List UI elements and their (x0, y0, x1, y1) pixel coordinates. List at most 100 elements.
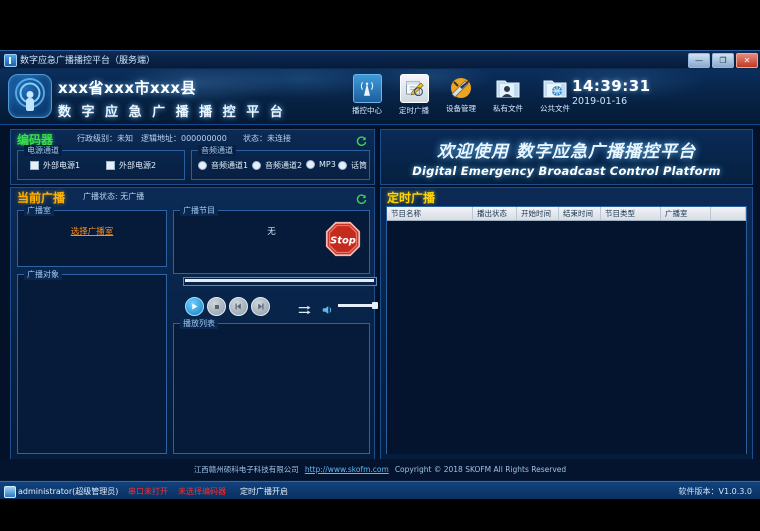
next-track-icon (256, 302, 265, 311)
encoder-logic-addr-label: 逻辑地址： (141, 134, 181, 143)
app-header: xxx省xxx市xxx县 数 字 应 急 广 播 播 控 平 台 播控中心 (0, 69, 760, 125)
clock-date: 2019-01-16 (572, 96, 651, 107)
svg-text:Stop: Stop (330, 236, 356, 247)
toolbar-label: 定时广播 (395, 105, 433, 116)
shuffle-icon (298, 305, 312, 315)
scheduled-broadcast-header: 定时广播 (381, 188, 752, 204)
logo-head (27, 91, 34, 98)
clock: 14:39:31 2019-01-16 (572, 77, 651, 107)
broadcast-target-group[interactable]: 广播对象 (17, 274, 167, 454)
radio-microphone[interactable]: 话筒 (338, 160, 367, 171)
maximize-button[interactable]: ❐ (712, 53, 734, 68)
scheduled-broadcast-title: 定时广播 (387, 189, 435, 206)
scheduled-broadcast-table[interactable]: 节目名称 播出状态 开始时间 结束时间 节目类型 广播室 (386, 206, 747, 454)
radio-dot (252, 161, 261, 170)
encoder-refresh-button[interactable] (356, 132, 367, 143)
footer-company: 江西赣州硕科电子科技有限公司 (194, 464, 299, 475)
broadcast-program-value: 无 (267, 225, 276, 237)
toolbar-label: 私有文件 (489, 103, 527, 114)
broadcast-target-legend: 广播对象 (24, 269, 62, 280)
radio-mp3[interactable]: MP3 (306, 160, 336, 169)
encoder-status-label: 状态： (243, 134, 267, 143)
media-player-controls (181, 277, 377, 317)
play-button[interactable] (185, 297, 204, 316)
toolbar-item-scheduled-broadcast[interactable]: 定时广播 (395, 74, 433, 116)
column-header-program-type: 节目类型 (601, 207, 661, 220)
playlist-group[interactable]: 播放列表 (173, 323, 370, 454)
current-broadcast-refresh-button[interactable] (356, 190, 367, 201)
status-encoder[interactable]: 未选择编码器 (178, 486, 226, 497)
status-user: administrator(超级管理员) (18, 486, 118, 497)
title-bar: 数字应急广播播控平台（服务端） — ❐ ✕ (0, 51, 760, 69)
volume-button[interactable] (322, 300, 333, 310)
radio-audio-2[interactable]: 音频通道2 (252, 160, 302, 171)
checkbox-box (30, 161, 39, 170)
welcome-text-en: Digital Emergency Broadcast Control Plat… (412, 164, 721, 178)
radio-dot (198, 161, 207, 170)
checkbox-power-1[interactable]: 外部电源1 (30, 160, 80, 171)
application-window: 数字应急广播播控平台（服务端） — ❐ ✕ xxx省xxx市xxx县 数 字 应… (0, 50, 760, 482)
current-broadcast-panel: 当前广播 广播状态: 无广播 广播室 选择广播室 (10, 187, 375, 461)
audio-channel-group: 音频通道 音频通道1 音频通道2 MP3 话筒 (191, 150, 370, 180)
toolbar-item-public-files[interactable]: 公共文件 (536, 74, 574, 116)
volume-icon (322, 305, 333, 315)
toolbar-item-device-management[interactable]: 设备管理 (442, 74, 480, 116)
toolbar-item-broadcast-center[interactable]: 播控中心 (348, 74, 386, 116)
checkbox-box (106, 161, 115, 170)
status-serial-port[interactable]: 串口未打开 (128, 486, 168, 497)
encoder-panel: 编码器 行政级别：未知 逻辑地址：000000000 状态：未连接 (10, 129, 375, 185)
broadcast-room-group: 广播室 选择广播室 (17, 210, 167, 267)
stop-button[interactable] (207, 297, 226, 316)
status-schedule[interactable]: 定时广播开启 (240, 486, 288, 497)
footer-website-link[interactable]: http://www.skofm.com (305, 465, 389, 474)
encoder-admin-level: 行政级别：未知 (77, 133, 133, 144)
welcome-text-cn: 欢迎使用 数字应急广播播控平台 (437, 137, 696, 162)
minimize-button[interactable]: — (688, 53, 710, 68)
toolbar-label: 播控中心 (348, 105, 386, 116)
column-header-start-time: 开始时间 (517, 207, 559, 220)
table-body (387, 221, 746, 454)
refresh-icon (356, 194, 367, 205)
main-toolbar: 播控中心 定时广播 (348, 74, 574, 116)
toolbar-item-private-files[interactable]: 私有文件 (489, 74, 527, 116)
seek-slider[interactable] (183, 277, 377, 286)
checkbox-power-2[interactable]: 外部电源2 (106, 160, 156, 171)
tools-icon (448, 74, 475, 101)
toolbar-label: 公共文件 (536, 103, 574, 114)
user-account-icon (4, 486, 16, 498)
power-channel-group: 电源通道 外部电源1 外部电源2 (17, 150, 185, 180)
column-header-play-status: 播出状态 (473, 207, 517, 220)
encoder-logic-addr: 逻辑地址：000000000 (141, 133, 227, 144)
radio-dot (338, 161, 347, 170)
toolbar-label: 设备管理 (442, 103, 480, 114)
next-button[interactable] (251, 297, 270, 316)
power-channel-legend: 电源通道 (24, 145, 62, 156)
broadcast-room-legend: 广播室 (24, 205, 54, 216)
radio-dot (306, 160, 315, 169)
volume-slider[interactable] (338, 304, 376, 307)
organization-name: xxx省xxx市xxx县 (58, 77, 286, 98)
encoder-admin-level-value: 未知 (117, 134, 133, 143)
select-broadcast-room-link[interactable]: 选择广播室 (71, 225, 114, 237)
app-icon (4, 54, 17, 67)
window-title: 数字应急广播播控平台（服务端） (20, 53, 155, 66)
footer-copyright: Copyright © 2018 SKOFM All Rights Reserv… (395, 465, 566, 474)
screen-bottom-area (0, 499, 760, 531)
encoder-logic-addr-value: 000000000 (181, 134, 227, 143)
radio-label: MP3 (319, 160, 336, 169)
close-button[interactable]: ✕ (736, 53, 758, 68)
table-header-row: 节目名称 播出状态 开始时间 结束时间 节目类型 广播室 (387, 207, 746, 221)
previous-button[interactable] (229, 297, 248, 316)
radio-audio-1[interactable]: 音频通道1 (198, 160, 248, 171)
platform-name: 数 字 应 急 广 播 播 控 平 台 (58, 101, 286, 120)
calendar-pencil-icon (400, 74, 429, 103)
minimize-icon: — (689, 54, 709, 67)
stop-sign-icon[interactable]: Stop (325, 221, 361, 257)
public-folder-icon (542, 74, 569, 101)
column-header-end-time: 结束时间 (559, 207, 601, 220)
checkbox-label: 外部电源2 (119, 160, 156, 171)
radio-label: 音频通道1 (211, 160, 248, 171)
shuffle-button[interactable] (298, 300, 312, 310)
broadcast-status: 广播状态: 无广播 (83, 191, 144, 202)
window-controls: — ❐ ✕ (688, 53, 758, 68)
